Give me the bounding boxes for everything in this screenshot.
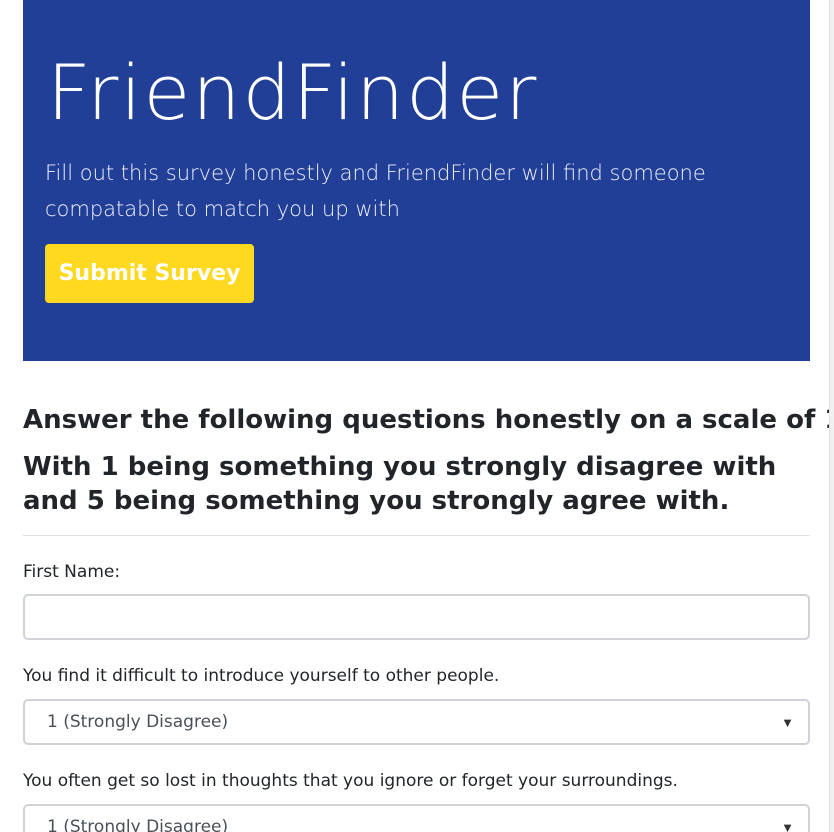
question-1-select[interactable]: 1 (Strongly Disagree) ▼ (23, 699, 810, 745)
brand-title: FriendFinder (47, 48, 539, 137)
chevron-down-icon: ▼ (781, 819, 794, 832)
question-1-label: You find it difficult to introduce yours… (23, 666, 500, 686)
question-2-select[interactable]: 1 (Strongly Disagree) ▼ (23, 804, 810, 832)
chevron-down-icon: ▼ (781, 714, 794, 730)
instructions-heading: Answer the following questions honestly … (23, 400, 834, 518)
section-divider (23, 535, 810, 536)
question-2-selected-value: 1 (Strongly Disagree) (47, 817, 229, 832)
first-name-input[interactable] (23, 594, 810, 640)
instructions-line-2: With 1 being something you strongly disa… (23, 452, 777, 516)
page-scrollbar[interactable] (829, 0, 834, 832)
first-name-label: First Name: (23, 562, 121, 582)
hero-lead-text: Fill out this survey honestly and Friend… (45, 161, 706, 221)
submit-survey-button[interactable]: Submit Survey (45, 244, 254, 303)
question-1-selected-value: 1 (Strongly Disagree) (47, 712, 229, 732)
survey-page: FriendFinder Fill out this survey honest… (0, 0, 834, 832)
instructions-line-1: Answer the following questions honestly … (23, 405, 834, 435)
hero-banner: FriendFinder Fill out this survey honest… (23, 0, 810, 361)
question-2-label: You often get so lost in thoughts that y… (23, 771, 678, 791)
